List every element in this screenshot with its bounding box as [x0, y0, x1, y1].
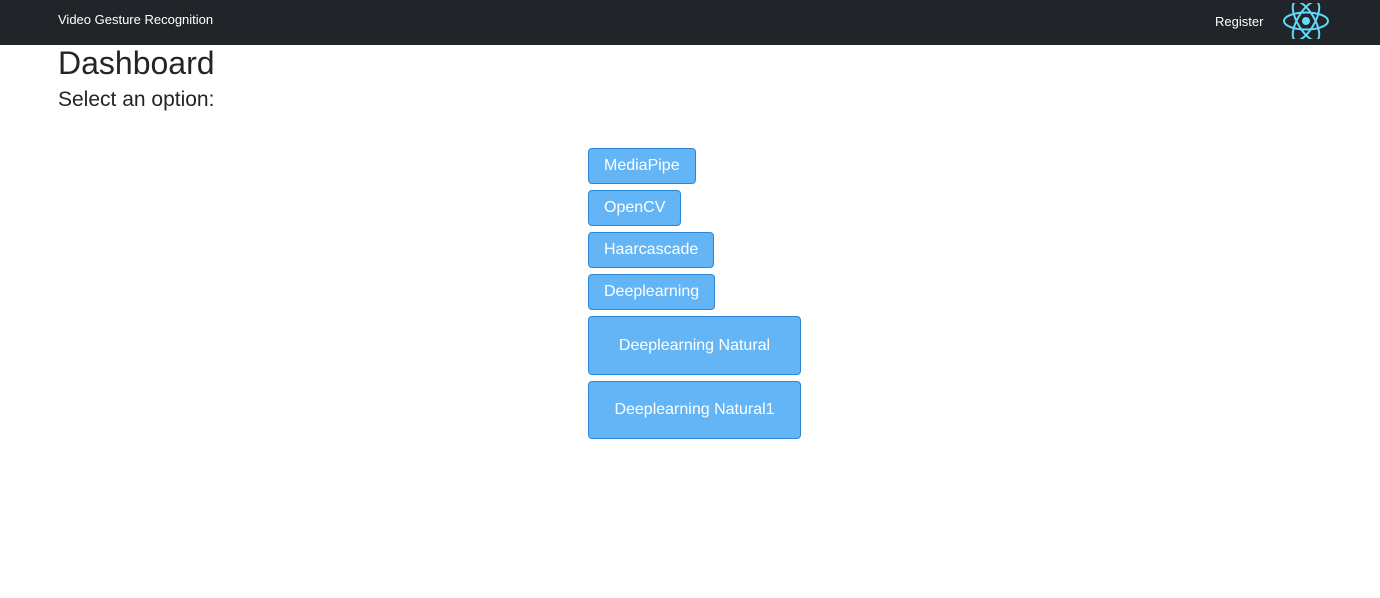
deeplearning-natural1-button[interactable]: Deeplearning Natural1 [588, 381, 801, 439]
register-link[interactable]: Register [1215, 14, 1263, 29]
top-navbar: Video Gesture Recognition Register [0, 0, 1380, 45]
brand-link[interactable]: Video Gesture Recognition [58, 12, 213, 27]
haarcascade-button[interactable]: Haarcascade [588, 232, 715, 268]
mediapipe-button[interactable]: MediaPipe [588, 148, 696, 184]
opencv-button[interactable]: OpenCV [588, 190, 682, 226]
react-atom-svg [1283, 0, 1329, 42]
option-button-group: MediaPipe OpenCV Haarcascade Deeplearnin… [588, 148, 801, 445]
page-title: Dashboard [58, 45, 215, 81]
deeplearning-button[interactable]: Deeplearning [588, 274, 716, 310]
react-atom-icon[interactable] [1282, 0, 1330, 42]
deeplearning-natural-button[interactable]: Deeplearning Natural [588, 316, 801, 375]
select-option-subtitle: Select an option: [58, 88, 215, 111]
